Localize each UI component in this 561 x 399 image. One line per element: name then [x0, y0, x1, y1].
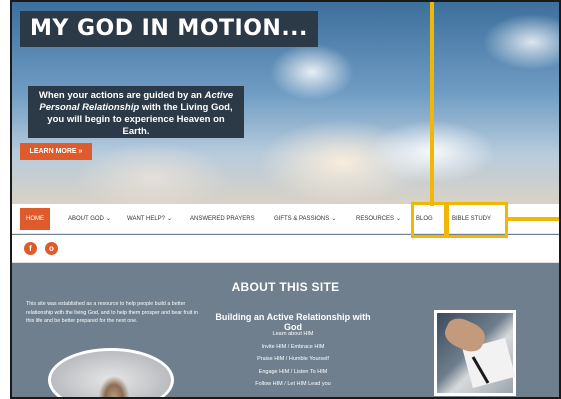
nav-item-home[interactable]: HOME	[20, 208, 50, 230]
nav-label: ABOUT GOD	[68, 216, 104, 222]
facebook-icon[interactable]: f	[24, 242, 37, 255]
about-description: This site was established as a resource …	[26, 301, 198, 324]
list-item: Follow HIM / Let HIM Lead you	[255, 381, 331, 387]
chevron-down-icon: ⌄	[331, 216, 337, 222]
main-nav: HOME ABOUT GOD ⌄ WANT HELP? ⌄ ANSWERED PRA…	[12, 204, 559, 234]
nav-item-gifts-passions[interactable]: GIFTS & PASSIONS ⌄	[274, 204, 336, 234]
about-section: ABOUT THIS SITE This site was establishe…	[12, 264, 559, 397]
nav-item-resources[interactable]: RESOURCES ⌄	[356, 204, 401, 234]
chevron-down-icon: ⌄	[167, 216, 173, 222]
nav-label: HOME	[26, 216, 44, 222]
nav-label: GIFTS & PASSIONS	[274, 216, 330, 222]
nav-item-about-god[interactable]: ABOUT GOD ⌄	[68, 204, 111, 234]
list-item: Engage HIM / Listen To HIM	[258, 368, 328, 375]
nav-item-bible-study[interactable]: BIBLE STUDY	[452, 204, 491, 234]
learn-more-button[interactable]: LEARN MORE »	[20, 143, 92, 160]
list-item: Invite HIM / Embrace HIM	[261, 343, 325, 350]
site-title: MY GOD IN MOTION...	[20, 11, 318, 47]
nav-item-want-help[interactable]: WANT HELP? ⌄	[127, 204, 172, 234]
chevron-down-icon: ⌄	[396, 216, 402, 222]
nav-label: BLOG	[416, 216, 433, 222]
jesus-portrait-image	[48, 348, 174, 397]
hero-banner: MY GOD IN MOTION... When your actions ar…	[12, 2, 559, 204]
browser-page-frame: MY GOD IN MOTION... When your actions ar…	[10, 0, 561, 399]
chevron-down-icon: ⌄	[105, 216, 111, 222]
list-item: Praise HIM / Humble Yourself	[257, 356, 329, 362]
nav-item-blog[interactable]: BLOG	[416, 204, 433, 234]
relationship-steps: Learn about HIM Invite HIM / Embrace HIM…	[208, 328, 378, 391]
social-share-icon[interactable]: o	[45, 242, 58, 255]
nav-item-answered-prayers[interactable]: ANSWERED PRAYERS	[190, 204, 255, 234]
tagline-line1: When your actions are guided by an	[38, 90, 202, 101]
hero-tagline: When your actions are guided by an Activ…	[28, 86, 244, 138]
writing-hands-image	[434, 310, 516, 396]
nav-label: WANT HELP?	[127, 216, 166, 222]
list-item: Learn about HIM	[272, 331, 314, 337]
nav-label: BIBLE STUDY	[452, 216, 492, 222]
about-title: ABOUT THIS SITE	[231, 280, 340, 294]
nav-label: RESOURCES	[356, 216, 395, 222]
nav-label: ANSWERED PRAYERS	[190, 216, 255, 222]
social-bar: f o	[12, 235, 559, 263]
